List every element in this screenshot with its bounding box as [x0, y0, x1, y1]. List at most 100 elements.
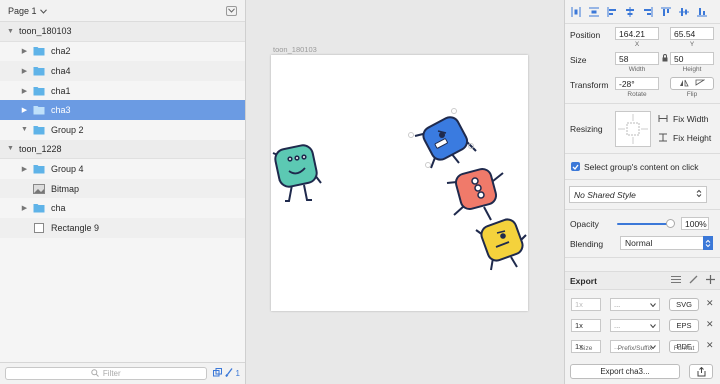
brush-icon[interactable] — [224, 368, 233, 379]
export-format-select[interactable]: EPS — [669, 319, 699, 332]
align-right-icon[interactable] — [642, 6, 654, 18]
layer-name: Group 4 — [51, 163, 84, 174]
align-center-horizontal-icon[interactable] — [624, 6, 636, 18]
align-top-icon[interactable] — [660, 6, 672, 18]
disclosure-collapsed-icon[interactable]: ▶ — [21, 86, 28, 95]
collapse-layers-icon[interactable] — [226, 5, 237, 16]
slice-count-badge: 1 — [235, 369, 240, 378]
select-group-checkbox[interactable] — [571, 162, 580, 171]
opacity-slider-knob[interactable] — [666, 219, 675, 228]
blending-value: Normal — [625, 238, 653, 248]
export-prefix-select[interactable]: ... — [610, 319, 660, 332]
disclosure-expanded-icon[interactable]: ▼ — [7, 144, 14, 153]
fix-height-label[interactable]: Fix Height — [673, 133, 711, 143]
artboard-title[interactable]: toon_180103 — [273, 45, 317, 54]
disclosure-collapsed-icon[interactable]: ▶ — [21, 66, 28, 75]
character-cha4[interactable] — [446, 167, 504, 221]
folder-icon — [33, 46, 45, 56]
resizing-label: Resizing — [570, 124, 603, 134]
opacity-input[interactable]: 100% — [681, 217, 709, 230]
shared-style-select[interactable]: No Shared Style — [569, 186, 707, 203]
resizing-constraints-widget[interactable] — [615, 111, 651, 147]
layer-row-cha1[interactable]: ▶ cha1 — [0, 81, 245, 101]
add-export-icon[interactable] — [706, 275, 715, 286]
export-button[interactable]: Export cha3... — [570, 364, 680, 379]
opacity-label: Opacity — [570, 219, 599, 229]
layer-row-bitmap[interactable]: ▶Bitmap — [0, 178, 245, 199]
blending-chevron-icon[interactable] — [703, 236, 713, 250]
blending-select[interactable]: Normal — [620, 236, 708, 250]
fix-width-label[interactable]: Fix Width — [673, 114, 708, 124]
layer-row-group-4[interactable]: ▶ Group 4 — [0, 159, 245, 179]
layer-row-cha2[interactable]: ▶ cha2 — [0, 42, 245, 62]
position-y-caption: Y — [689, 41, 695, 48]
position-y-input[interactable]: 65.54 — [670, 27, 714, 40]
slice-knife-icon[interactable] — [689, 275, 698, 286]
character-cha1[interactable] — [475, 217, 527, 271]
disclosure-expanded-icon[interactable]: ▼ — [21, 125, 28, 134]
distribute-horizontal-icon[interactable] — [570, 6, 582, 18]
distribute-vertical-icon[interactable] — [588, 6, 600, 18]
disclosure-collapsed-icon[interactable]: ▶ — [21, 164, 28, 173]
select-group-section: Select group's content on click — [565, 154, 720, 180]
export-prefix-select[interactable]: ... — [610, 298, 660, 311]
layers-header: Page 1 — [0, 0, 245, 22]
flip-buttons[interactable] — [670, 77, 714, 90]
remove-export-icon[interactable]: ✕ — [706, 340, 714, 351]
character-cha3[interactable] — [408, 108, 477, 169]
page-selector[interactable]: Page 1 — [8, 6, 47, 16]
disclosure-collapsed-icon[interactable]: ▶ — [21, 47, 28, 56]
disclosure-collapsed-icon[interactable]: ▶ — [21, 106, 28, 115]
export-format-select[interactable]: SVG — [669, 298, 699, 311]
align-bottom-icon[interactable] — [696, 6, 708, 18]
search-icon — [91, 368, 99, 379]
disclosure-expanded-icon[interactable]: ▼ — [7, 27, 14, 36]
select-group-label[interactable]: Select group's content on click — [584, 162, 699, 172]
folder-icon — [33, 125, 45, 135]
position-x-caption: X — [634, 41, 640, 48]
filter-input[interactable]: Filter — [5, 367, 207, 380]
export-size-input[interactable]: 1x — [571, 319, 601, 332]
chevron-down-icon — [39, 6, 47, 16]
remove-export-icon[interactable]: ✕ — [706, 319, 714, 330]
geometry-section: Position 164.21 65.54 X Y Size 58 50 Wid… — [565, 24, 720, 104]
share-icon[interactable] — [689, 364, 713, 379]
fix-height-icon[interactable] — [658, 133, 668, 144]
character-cha2[interactable] — [272, 143, 322, 202]
blending-label: Blending — [570, 239, 604, 249]
export-size-input[interactable]: 1x — [571, 298, 601, 311]
settings-sliders-icon[interactable] — [671, 275, 681, 286]
layer-name: Bitmap — [51, 183, 80, 194]
flip-horizontal-icon[interactable] — [679, 79, 689, 89]
layers-footer: Filter 1 — [0, 362, 245, 384]
layer-row-group-2[interactable]: ▼ Group 2 — [0, 120, 245, 140]
position-x-input[interactable]: 164.21 — [615, 27, 659, 40]
position-label: Position — [570, 30, 601, 40]
sketch-window: Page 1 ▼ toon_180103 ▶ cha2 ▶ cha4 ▶ cha1 ▶ cha3 ▼… — [0, 0, 720, 384]
fix-width-icon[interactable] — [658, 114, 668, 125]
layer-row-cha3[interactable]: ▶ cha3 — [0, 100, 245, 120]
artboard[interactable] — [271, 55, 528, 311]
rotate-input[interactable]: -28° — [615, 77, 659, 90]
width-input[interactable]: 58 — [615, 52, 659, 65]
layer-row-toon-180103[interactable]: ▼ toon_180103 — [0, 22, 245, 42]
layer-row-toon-1228[interactable]: ▼ toon_1228 — [0, 139, 245, 160]
height-input[interactable]: 50 — [670, 52, 714, 65]
duplicate-layers-icon[interactable] — [212, 368, 222, 379]
layer-row-rectangle-9[interactable]: ▶Rectangle 9 — [0, 217, 245, 238]
align-middle-vertical-icon[interactable] — [678, 6, 690, 18]
flip-vertical-icon[interactable] — [695, 79, 706, 89]
layer-row-cha4[interactable]: ▶ cha4 — [0, 61, 245, 81]
align-left-icon[interactable] — [606, 6, 618, 18]
canvas[interactable]: toon_180103 — [246, 0, 564, 384]
chevron-down-icon — [650, 300, 656, 309]
export-row: 1x... EPS ✕ — [565, 319, 720, 333]
opacity-slider-track[interactable] — [617, 223, 671, 225]
remove-export-icon[interactable]: ✕ — [706, 298, 714, 309]
export-prefix-value: ... — [614, 300, 621, 309]
disclosure-collapsed-icon[interactable]: ▶ — [21, 204, 28, 213]
size-label: Size — [570, 55, 587, 65]
layer-row-cha[interactable]: ▶ cha — [0, 198, 245, 218]
lock-icon[interactable] — [662, 54, 668, 64]
folder-icon — [33, 164, 45, 174]
